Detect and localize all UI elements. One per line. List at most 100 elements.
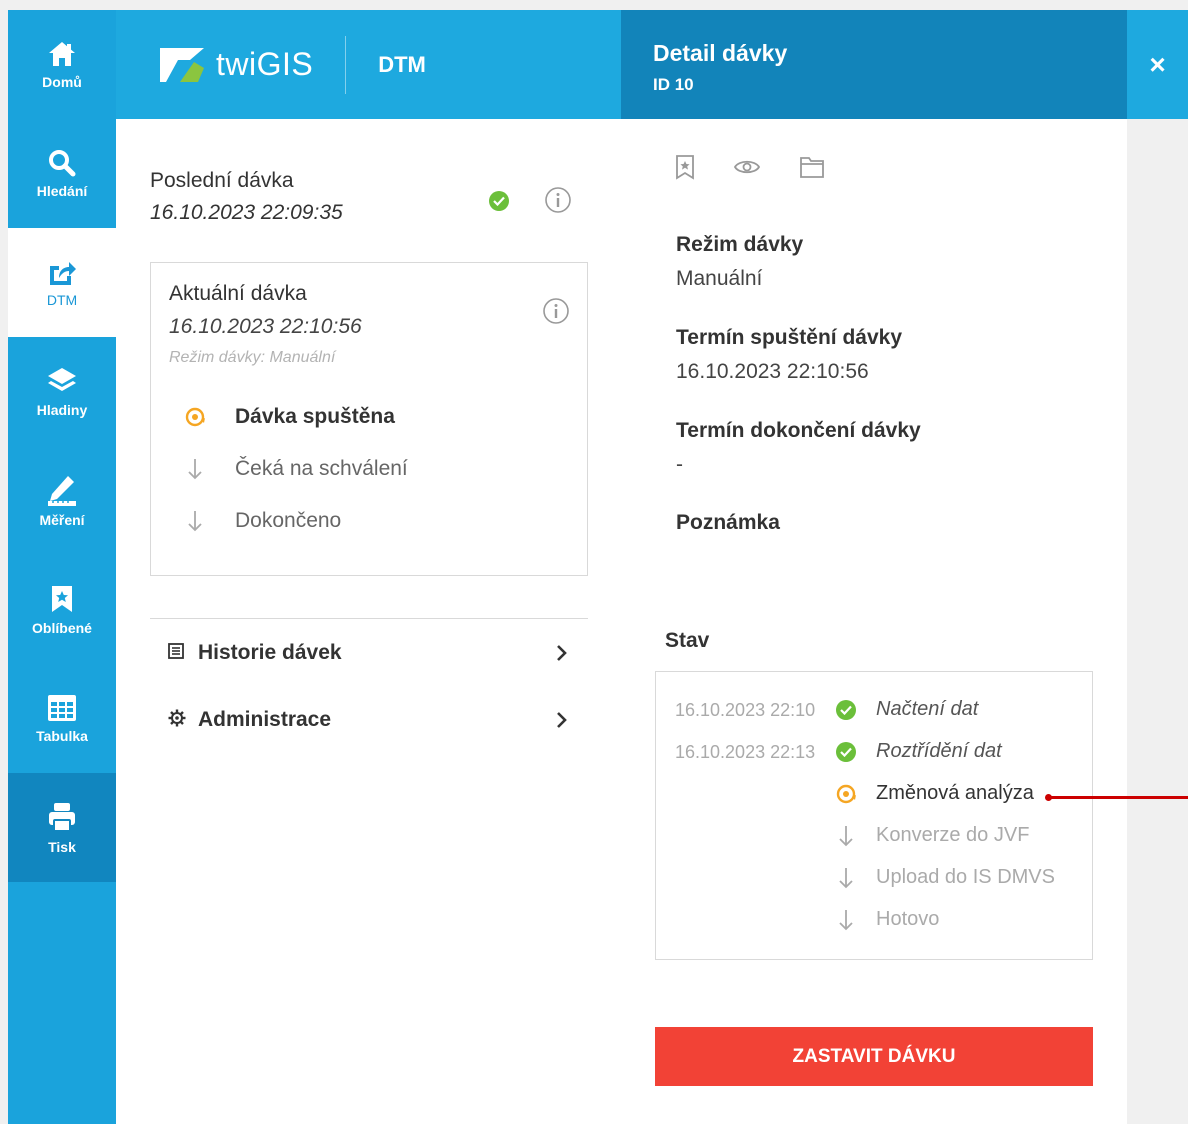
arrow-down-icon [183, 457, 207, 481]
nav-item-layers[interactable]: Hladiny [8, 337, 116, 446]
status-row: 16.10.2023 22:13 Roztřídění dat [656, 737, 1094, 767]
info-icon[interactable] [542, 297, 570, 325]
step-done: Dokončeno [183, 509, 341, 533]
status-row: Upload do IS DMVS [656, 863, 1094, 893]
status-time: 16.10.2023 22:13 [675, 742, 816, 762]
detail-id: ID 10 [653, 75, 694, 94]
note-label: Poznámka [676, 511, 780, 534]
app-header: twiGIS DTM [116, 10, 621, 119]
list-icon [168, 642, 188, 664]
status-text: Hotovo [876, 908, 940, 930]
in-progress-icon [183, 405, 207, 429]
menu-admin[interactable]: Administrace [168, 708, 568, 732]
chevron-right-icon [557, 645, 567, 661]
mode-value: Manuální [676, 267, 763, 290]
nav-label-search: Hledání [36, 182, 88, 199]
status-row: Konverze do JVF [656, 821, 1094, 851]
status-list: 16.10.2023 22:10 Načtení dat 16.10.2023 … [655, 671, 1093, 960]
nav-label-dtm: DTM [46, 291, 78, 308]
ruler-pencil-icon [48, 475, 76, 506]
close-icon: × [1149, 48, 1166, 80]
current-batch-card: Aktuální dávka 16.10.2023 22:10:56 Režim… [150, 262, 588, 576]
nav-item-favorites[interactable]: Oblíbené [8, 555, 116, 664]
mode-label: Režim dávky [676, 233, 804, 256]
folder-icon[interactable] [798, 153, 826, 181]
arrow-down-icon [834, 908, 858, 932]
step-label: Dávka spuštěna [235, 405, 395, 428]
stop-batch-button[interactable]: ZASTAVIT DÁVKU [655, 1027, 1093, 1086]
status-row: 16.10.2023 22:10 Načtení dat [656, 695, 1094, 725]
menu-history-label: Historie dávek [198, 641, 342, 664]
nav-item-table[interactable]: Tabulka [8, 664, 116, 773]
status-row: Změnová analýza [656, 779, 1094, 809]
twigis-logo[interactable]: twiGIS [158, 46, 313, 84]
status-text: Konverze do JVF [876, 824, 1030, 846]
close-button[interactable]: × [1127, 10, 1188, 119]
last-batch: Poslední dávka 16.10.2023 22:09:35 [150, 169, 343, 225]
nav-label-table: Tabulka [36, 727, 88, 744]
end-value: - [676, 453, 683, 476]
status-row: Hotovo [656, 905, 1094, 935]
menu-history[interactable]: Historie dávek [168, 641, 568, 665]
status-text: Upload do IS DMVS [876, 866, 1055, 888]
last-batch-title: Poslední dávka [150, 169, 294, 192]
nav-item-search[interactable]: Hledání [8, 119, 116, 228]
step-label: Čeká na schválení [235, 457, 408, 480]
menu-admin-label: Administrace [198, 708, 332, 731]
status-text: Změnová analýza [876, 782, 1034, 804]
chevron-right-icon [557, 712, 567, 728]
printer-icon [49, 802, 75, 832]
detail-title: Detail dávky [653, 40, 788, 66]
twigis-logo-icon [160, 47, 204, 82]
start-value: 16.10.2023 22:10:56 [676, 360, 869, 383]
layers-icon [48, 367, 76, 391]
last-batch-date: 16.10.2023 22:09:35 [150, 201, 343, 224]
status-text: Roztřídění dat [876, 740, 1002, 762]
home-icon [49, 41, 75, 66]
logo-text: twiGIS [216, 46, 314, 82]
step-started: Dávka spuštěna [183, 405, 395, 429]
detail-header: Detail dávky ID 10 [621, 10, 1127, 119]
search-icon [49, 149, 76, 176]
arrow-down-icon [183, 509, 207, 533]
nav-rail: Domů Hledání DTM Hladiny Měření Oblíbené… [8, 10, 116, 1124]
section-title: DTM [378, 51, 426, 77]
current-batch-date: 16.10.2023 22:10:56 [169, 315, 362, 338]
status-label: Stav [665, 629, 710, 652]
success-icon [489, 191, 509, 211]
bookmark-star-icon [52, 585, 72, 612]
bookmark-star-icon[interactable] [671, 153, 699, 181]
nav-item-print[interactable]: Tisk [8, 773, 116, 882]
in-progress-icon [834, 782, 858, 806]
nav-item-home[interactable]: Domů [8, 10, 116, 119]
batch-panel: Poslední dávka 16.10.2023 22:09:35 Aktuá… [116, 119, 621, 1124]
step-awaiting: Čeká na schválení [183, 457, 408, 481]
table-icon [48, 694, 76, 721]
end-label: Termín dokončení dávky [676, 419, 921, 442]
status-text: Načtení dat [876, 698, 979, 720]
nav-item-dtm[interactable]: DTM [8, 228, 116, 337]
info-icon[interactable] [544, 186, 572, 214]
nav-label-home: Domů [42, 73, 82, 90]
detail-panel: Režim dávky Manuální Termín spuštění dáv… [621, 119, 1127, 1124]
gear-icon [168, 709, 188, 732]
current-batch-mode: Režim dávky: Manuální [169, 349, 336, 366]
nav-item-measure[interactable]: Měření [8, 446, 116, 555]
annotation-line [1048, 796, 1188, 799]
status-time: 16.10.2023 22:10 [675, 700, 816, 720]
arrow-down-icon [834, 824, 858, 848]
header-divider [345, 35, 347, 94]
success-icon [834, 698, 858, 722]
share-icon [50, 261, 76, 285]
nav-label-layers: Hladiny [36, 401, 88, 418]
success-icon [834, 740, 858, 764]
step-label: Dokončeno [235, 509, 342, 532]
nav-label-favorites: Oblíbené [32, 619, 92, 636]
current-batch-title: Aktuální dávka [169, 282, 307, 305]
arrow-down-icon [834, 866, 858, 890]
divider [150, 618, 588, 619]
start-label: Termín spuštění dávky [676, 326, 903, 349]
nav-label-measure: Měření [39, 511, 85, 528]
eye-icon[interactable] [733, 153, 761, 181]
page-background [1127, 119, 1188, 1124]
